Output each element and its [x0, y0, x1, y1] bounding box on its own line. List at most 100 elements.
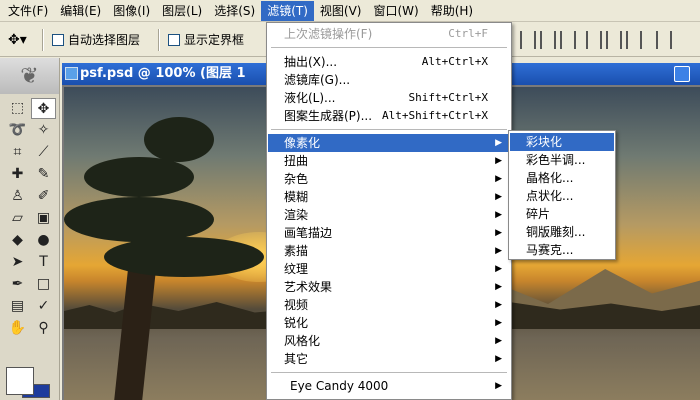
menu-item-eye-candy[interactable]: Eye Candy 4000 ▶	[268, 377, 510, 395]
submenu-item-facet[interactable]: 彩块化	[510, 133, 614, 151]
menu-item-shortcut: Alt+Shift+Ctrl+X	[382, 109, 488, 122]
align-center-icon[interactable]	[540, 31, 556, 49]
notes-icon[interactable]: ▤	[5, 296, 30, 317]
move-icon[interactable]: ✥	[31, 98, 56, 119]
align-left-icon[interactable]	[520, 31, 536, 49]
healing-brush-icon[interactable]: ✚	[5, 164, 30, 185]
distribute-left-icon[interactable]	[586, 31, 602, 49]
menu-filter[interactable]: 滤镜(T)	[261, 0, 314, 21]
checkbox-box[interactable]	[168, 33, 181, 46]
menu-item-noise[interactable]: 杂色 ▶	[268, 170, 510, 188]
foreground-color-swatch[interactable]	[6, 367, 34, 395]
gradient-icon[interactable]: ▣	[31, 208, 56, 229]
submenu-item-crystallize[interactable]: 晶格化...	[510, 169, 614, 187]
menu-item-label: 扭曲	[284, 154, 309, 168]
submenu-arrow-icon: ▶	[495, 282, 502, 292]
pixelate-submenu: 彩块化 彩色半调... 晶格化... 点状化... 碎片 铜版雕刻... 马赛克…	[508, 130, 616, 260]
menu-item-liquify[interactable]: 液化(L)... Shift+Ctrl+X	[268, 89, 510, 107]
menu-select[interactable]: 选择(S)	[208, 1, 261, 21]
menu-layer[interactable]: 图层(L)	[156, 1, 208, 21]
submenu-arrow-icon: ▶	[495, 318, 502, 328]
options-divider	[158, 28, 161, 51]
tree-foliage	[64, 197, 214, 242]
menu-item-label: 渲染	[284, 208, 309, 222]
menu-item-shortcut: Ctrl+F	[448, 27, 488, 40]
submenu-arrow-icon: ▶	[495, 228, 502, 238]
menu-item-sketch[interactable]: 素描 ▶	[268, 242, 510, 260]
menu-item-shortcut: Shift+Ctrl+X	[408, 91, 488, 104]
menu-item-texture[interactable]: 纹理 ▶	[268, 260, 510, 278]
tree-foliage	[84, 157, 194, 197]
type-icon[interactable]: T	[31, 252, 56, 273]
menu-item-video[interactable]: 视频 ▶	[268, 296, 510, 314]
clone-stamp-icon[interactable]: ♙	[5, 186, 30, 207]
tree-foliage	[104, 237, 264, 277]
eyedropper-icon[interactable]: ✓	[31, 296, 56, 317]
menu-item-filter-gallery[interactable]: 滤镜库(G)...	[268, 71, 510, 89]
menu-bar: 文件(F) 编辑(E) 图像(I) 图层(L) 选择(S) 滤镜(T) 视图(V…	[0, 0, 700, 22]
filter-menu: 上次滤镜操作(F) Ctrl+F 抽出(X)... Alt+Ctrl+X 滤镜库…	[266, 22, 512, 400]
lasso-icon[interactable]: ➰	[5, 120, 30, 141]
menu-edit[interactable]: 编辑(E)	[54, 1, 107, 21]
menu-item-pattern-maker[interactable]: 图案生成器(P)... Alt+Shift+Ctrl+X	[268, 107, 510, 125]
move-tool-preset-icon[interactable]: ✥▾	[8, 29, 38, 51]
menu-item-label: 风格化	[284, 334, 321, 348]
menu-item-other[interactable]: 其它 ▶	[268, 350, 510, 368]
menu-item-label: 杂色	[284, 172, 309, 186]
menu-item-distort[interactable]: 扭曲 ▶	[268, 152, 510, 170]
brush-icon[interactable]: ✎	[31, 164, 56, 185]
tree-foliage	[144, 117, 214, 162]
dodge-icon[interactable]: ●	[31, 230, 56, 251]
menu-item-shortcut: Alt+Ctrl+X	[421, 55, 488, 68]
submenu-item-color-halftone[interactable]: 彩色半调...	[510, 151, 614, 169]
distribute-right-icon[interactable]	[626, 31, 642, 49]
menu-item-label: Eye Candy 4000	[290, 379, 389, 393]
magic-wand-icon[interactable]: ✧	[31, 120, 56, 141]
submenu-arrow-icon: ▶	[495, 174, 502, 184]
path-select-icon[interactable]: ➤	[5, 252, 30, 273]
auto-align-icon[interactable]	[656, 31, 672, 49]
menu-item-label: 像素化	[284, 136, 321, 150]
zoom-icon[interactable]: ⚲	[31, 318, 56, 339]
submenu-item-mezzotint[interactable]: 铜版雕刻...	[510, 223, 614, 241]
shape-icon[interactable]: □	[31, 274, 56, 295]
menu-item-last-filter: 上次滤镜操作(F) Ctrl+F	[268, 25, 510, 43]
menu-item-stylize[interactable]: 风格化 ▶	[268, 332, 510, 350]
marquee-icon[interactable]: ⬚	[5, 98, 30, 119]
menu-item-sharpen[interactable]: 锐化 ▶	[268, 314, 510, 332]
menu-image[interactable]: 图像(I)	[107, 1, 156, 21]
hand-icon[interactable]: ✋	[5, 318, 30, 339]
menu-item-pixelate[interactable]: 像素化 ▶	[268, 134, 510, 152]
checkbox-box[interactable]	[52, 33, 64, 46]
menu-help[interactable]: 帮助(H)	[425, 1, 479, 21]
menu-view[interactable]: 视图(V)	[314, 1, 368, 21]
menu-item-label: 上次滤镜操作(F)	[284, 27, 373, 41]
feather-logo-icon[interactable]: ❦	[0, 58, 59, 94]
options-divider	[42, 28, 44, 51]
submenu-arrow-icon: ▶	[495, 264, 502, 274]
menu-item-extract[interactable]: 抽出(X)... Alt+Ctrl+X	[268, 53, 510, 71]
menu-item-brush-strokes[interactable]: 画笔描边 ▶	[268, 224, 510, 242]
auto-select-layer-checkbox[interactable]: 自动选择图层	[52, 31, 140, 48]
submenu-item-fragment[interactable]: 碎片	[510, 205, 614, 223]
align-right-icon[interactable]	[560, 31, 576, 49]
menu-window[interactable]: 窗口(W)	[367, 1, 424, 21]
menu-item-label: 滤镜库(G)...	[284, 73, 351, 87]
history-brush-icon[interactable]: ✐	[31, 186, 56, 207]
submenu-arrow-icon: ▶	[495, 210, 502, 220]
eraser-icon[interactable]: ▱	[5, 208, 30, 229]
blur-icon[interactable]: ◆	[5, 230, 30, 251]
show-bounding-box-checkbox[interactable]: 显示定界框	[168, 31, 244, 48]
crop-icon[interactable]: ⌗	[5, 142, 30, 163]
pen-icon[interactable]: ✒	[5, 274, 30, 295]
menu-item-blur[interactable]: 模糊 ▶	[268, 188, 510, 206]
minimize-icon[interactable]	[674, 66, 690, 82]
menu-item-render[interactable]: 渲染 ▶	[268, 206, 510, 224]
slice-icon[interactable]: ⟋	[31, 142, 56, 163]
submenu-item-mosaic[interactable]: 马赛克...	[510, 241, 614, 259]
distribute-center-icon[interactable]	[606, 31, 622, 49]
menu-item-label: 素描	[284, 244, 309, 258]
submenu-item-pointillize[interactable]: 点状化...	[510, 187, 614, 205]
menu-file[interactable]: 文件(F)	[2, 1, 54, 21]
menu-item-artistic[interactable]: 艺术效果 ▶	[268, 278, 510, 296]
